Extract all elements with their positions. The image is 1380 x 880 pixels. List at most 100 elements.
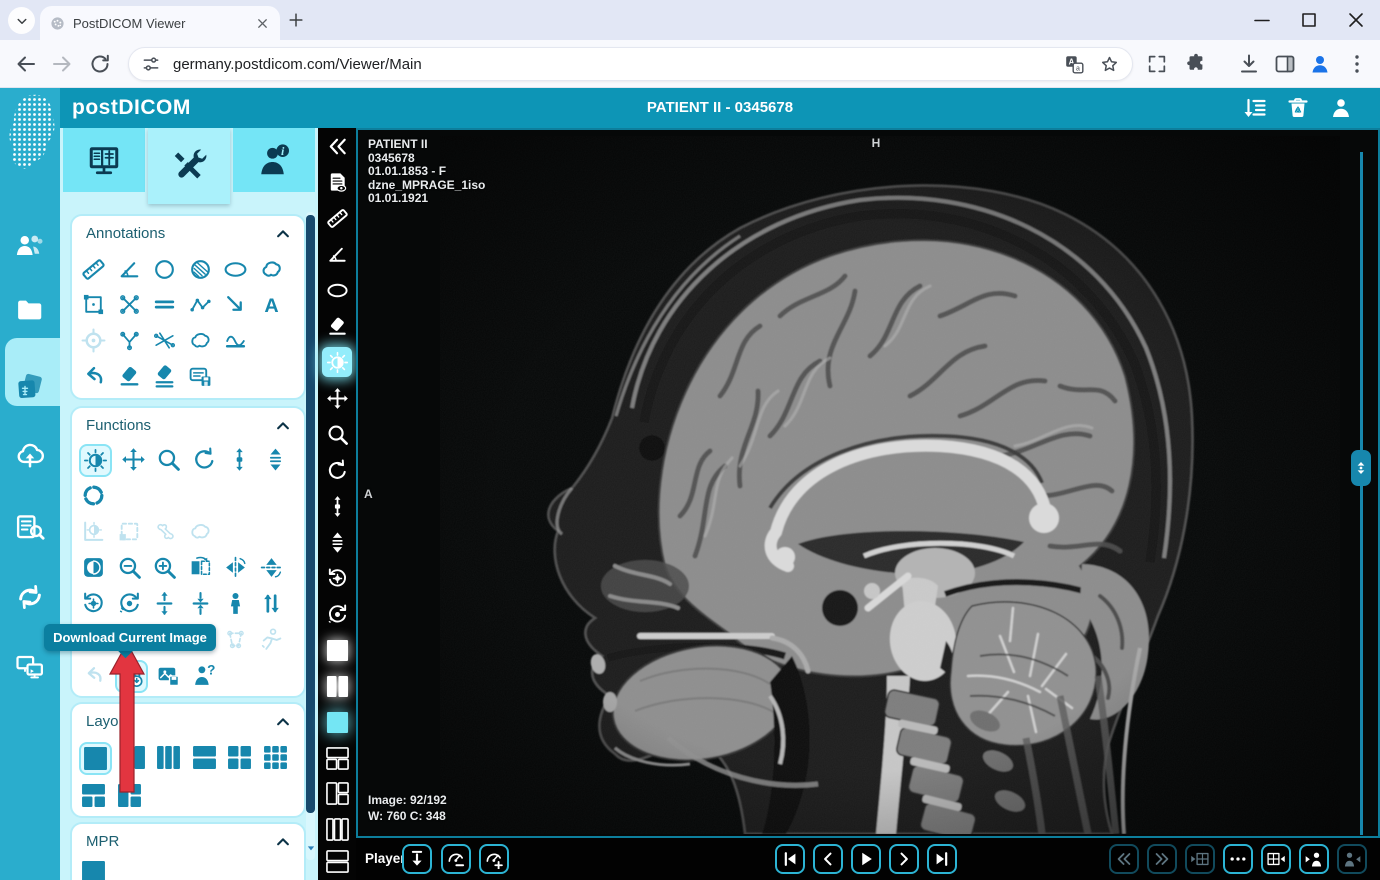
ruler-button[interactable] <box>322 203 352 233</box>
layout-1x1-button[interactable] <box>322 635 352 665</box>
pan-button[interactable] <box>119 444 148 474</box>
next-patient-button[interactable] <box>1337 844 1367 874</box>
next-series-grid-button[interactable] <box>1261 844 1291 874</box>
scroll-down-arrow-icon[interactable] <box>307 844 315 852</box>
window-level-button[interactable] <box>322 347 352 377</box>
extensions-icon[interactable] <box>1184 52 1208 76</box>
save-annotation-button[interactable] <box>186 361 215 391</box>
eraser-button[interactable] <box>115 361 144 391</box>
localizer-button[interactable] <box>79 480 108 510</box>
forward-icon[interactable] <box>50 52 74 76</box>
cobb-angle-button[interactable] <box>150 325 179 355</box>
image-scroll-thumb[interactable] <box>1351 450 1371 486</box>
panel-scrollbar[interactable] <box>306 212 315 860</box>
translate-icon[interactable]: Aa <box>1064 54 1085 75</box>
pan-button[interactable] <box>322 383 352 413</box>
previous-series-grid-button[interactable] <box>1185 844 1215 874</box>
parallel-lines-button[interactable] <box>150 289 179 319</box>
panel-tab-patient-info[interactable]: i <box>233 128 315 192</box>
address-bar[interactable]: germany.postdicom.com/Viewer/Main Aa <box>128 47 1133 81</box>
patient-orientation-button[interactable] <box>221 588 250 618</box>
layout-2x1-button[interactable] <box>322 846 352 876</box>
layout-1x3-button[interactable] <box>322 814 352 844</box>
flip-vertical-button[interactable] <box>257 552 286 582</box>
panel-tab-viewer-settings[interactable] <box>63 128 145 192</box>
cloud-upload-icon[interactable] <box>15 440 45 470</box>
more-options-button[interactable] <box>1223 844 1253 874</box>
freehand-button[interactable] <box>257 254 286 284</box>
report-view-button[interactable] <box>322 167 352 197</box>
scroll-vertical-button[interactable] <box>225 444 254 474</box>
back-icon[interactable] <box>14 52 38 76</box>
invert-button[interactable] <box>79 552 108 582</box>
angle-button[interactable] <box>115 254 144 284</box>
rectangle-button[interactable] <box>79 289 108 319</box>
browser-tab[interactable]: PostDICOM Viewer <box>40 6 280 40</box>
spline-curve-button[interactable] <box>221 325 250 355</box>
patient-list-icon[interactable] <box>15 230 45 260</box>
image-viewport[interactable]: PATIENT II 0345678 01.01.1853 - Fdzne_MPRA… <box>356 128 1380 838</box>
dashed-polygon-button[interactable] <box>221 624 250 654</box>
sync-exchange-icon[interactable] <box>15 582 45 612</box>
layout-2x1-button[interactable] <box>190 742 219 772</box>
collapse-chevron-icon[interactable] <box>274 713 292 731</box>
layout-3x3-button[interactable] <box>261 742 290 772</box>
eraser-button[interactable] <box>322 311 352 341</box>
layout-1x2-button[interactable] <box>322 671 352 701</box>
zoom-button[interactable] <box>322 419 352 449</box>
ellipse-button[interactable] <box>322 275 352 305</box>
series-backward-button[interactable] <box>1109 844 1139 874</box>
rotate-ccw-button[interactable] <box>79 588 108 618</box>
sort-order-button[interactable] <box>257 588 286 618</box>
crosshair-target-button[interactable] <box>79 325 108 355</box>
freehand-region-button[interactable] <box>186 516 215 546</box>
text-button[interactable]: A <box>257 289 286 319</box>
close-button[interactable] <box>1344 8 1368 32</box>
user-account-icon[interactable] <box>1329 96 1353 120</box>
site-settings-icon[interactable] <box>141 54 161 74</box>
collapse-chevron-icon[interactable] <box>274 417 292 435</box>
arrow-button[interactable] <box>221 289 250 319</box>
select-area-button[interactable] <box>115 516 144 546</box>
tab-close-icon[interactable] <box>255 16 270 31</box>
flip-horizontal-button[interactable] <box>221 552 250 582</box>
zoom-out-button[interactable] <box>115 552 144 582</box>
patient-help-button[interactable]: ? <box>190 660 219 690</box>
series-forward-button[interactable] <box>1147 844 1177 874</box>
rotate-free-button[interactable] <box>322 455 352 485</box>
undo-button[interactable] <box>79 361 108 391</box>
speed-decrease-button[interactable] <box>441 844 471 874</box>
order-worklist-icon[interactable] <box>15 512 45 542</box>
erase-all-button[interactable] <box>150 361 179 391</box>
angle-button[interactable] <box>322 239 352 269</box>
flip-page-button[interactable] <box>186 552 215 582</box>
angle-3point-button[interactable] <box>115 325 144 355</box>
share-devices-icon[interactable] <box>15 652 45 682</box>
side-panel-icon[interactable] <box>1273 52 1297 76</box>
maximize-button[interactable] <box>1297 8 1321 32</box>
tab-search-button[interactable] <box>8 7 35 34</box>
rotate-free-button[interactable] <box>190 444 219 474</box>
downloads-icon[interactable] <box>1237 52 1261 76</box>
first-image-button[interactable] <box>775 844 805 874</box>
collapse-chevron-icon[interactable] <box>274 225 292 243</box>
collapse-panel-button[interactable] <box>322 131 352 161</box>
ellipse-button[interactable] <box>221 254 250 284</box>
profile-icon[interactable] <box>1308 52 1332 76</box>
bookmark-star-icon[interactable] <box>1099 54 1120 75</box>
image-scroll-track[interactable] <box>1360 152 1363 835</box>
speed-increase-button[interactable] <box>479 844 509 874</box>
fullscreen-icon[interactable] <box>1146 53 1168 75</box>
scroll-vertical-button[interactable] <box>322 491 352 521</box>
patient-folders-icon[interactable] <box>15 295 45 325</box>
rotate-ccw-button[interactable] <box>322 563 352 593</box>
play-button[interactable] <box>851 844 881 874</box>
viewport-single-button[interactable] <box>322 707 352 737</box>
window-level-region-button[interactable] <box>79 516 108 546</box>
rotate-cw-button[interactable] <box>322 599 352 629</box>
play-direction-button[interactable] <box>402 844 432 874</box>
previous-patient-button[interactable] <box>1299 844 1329 874</box>
closed-freehand-button[interactable] <box>186 325 215 355</box>
collapse-chevron-icon[interactable] <box>274 833 292 851</box>
next-image-button[interactable] <box>889 844 919 874</box>
